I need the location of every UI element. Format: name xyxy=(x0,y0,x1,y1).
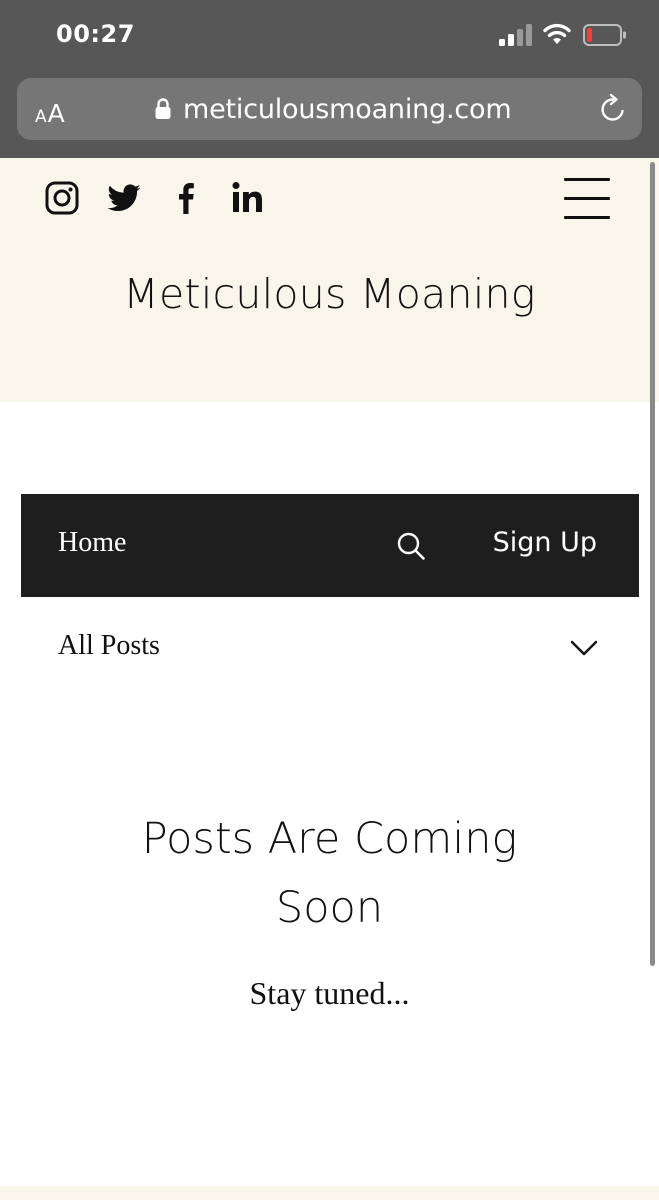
browser-chrome: 00:27 AA meticulousmoaning.com xyxy=(0,0,659,158)
text-size-small-label: A xyxy=(35,107,47,127)
status-time: 00:27 xyxy=(56,20,135,48)
page-scrollbar[interactable] xyxy=(650,162,655,966)
nav-home-link[interactable]: Home xyxy=(58,527,126,559)
text-size-large-label: A xyxy=(47,99,65,128)
wifi-icon xyxy=(543,23,571,44)
url-text: meticulousmoaning.com xyxy=(183,93,512,125)
empty-state-subtitle: Stay tuned... xyxy=(249,975,410,1011)
footer-strip xyxy=(0,1186,659,1200)
url-field[interactable]: meticulousmoaning.com xyxy=(155,78,512,140)
text-size-button[interactable]: AA xyxy=(35,92,75,126)
battery-icon xyxy=(583,24,626,46)
lock-icon xyxy=(155,98,171,119)
site-header: Meticulous Moaning xyxy=(0,158,659,402)
category-selected-label: All Posts xyxy=(58,630,160,661)
category-dropdown[interactable]: All Posts xyxy=(58,630,598,670)
blog-nav-bar: Home Sign Up xyxy=(21,494,639,597)
search-icon[interactable] xyxy=(396,531,426,561)
twitter-icon[interactable] xyxy=(106,180,142,216)
chevron-down-icon xyxy=(570,640,598,656)
sign-up-button[interactable]: Sign Up xyxy=(493,527,597,558)
instagram-icon[interactable] xyxy=(44,180,80,216)
facebook-icon[interactable] xyxy=(168,180,204,216)
hamburger-menu-icon[interactable] xyxy=(564,178,610,222)
linkedin-icon[interactable] xyxy=(230,180,266,216)
status-icons xyxy=(499,22,627,50)
cellular-signal-icon xyxy=(499,24,532,46)
empty-state-title: Posts Are Coming Soon xyxy=(141,814,518,933)
site-title[interactable]: Meticulous Moaning xyxy=(0,270,659,318)
address-bar[interactable]: AA meticulousmoaning.com xyxy=(17,78,642,140)
reload-icon[interactable] xyxy=(598,94,628,124)
